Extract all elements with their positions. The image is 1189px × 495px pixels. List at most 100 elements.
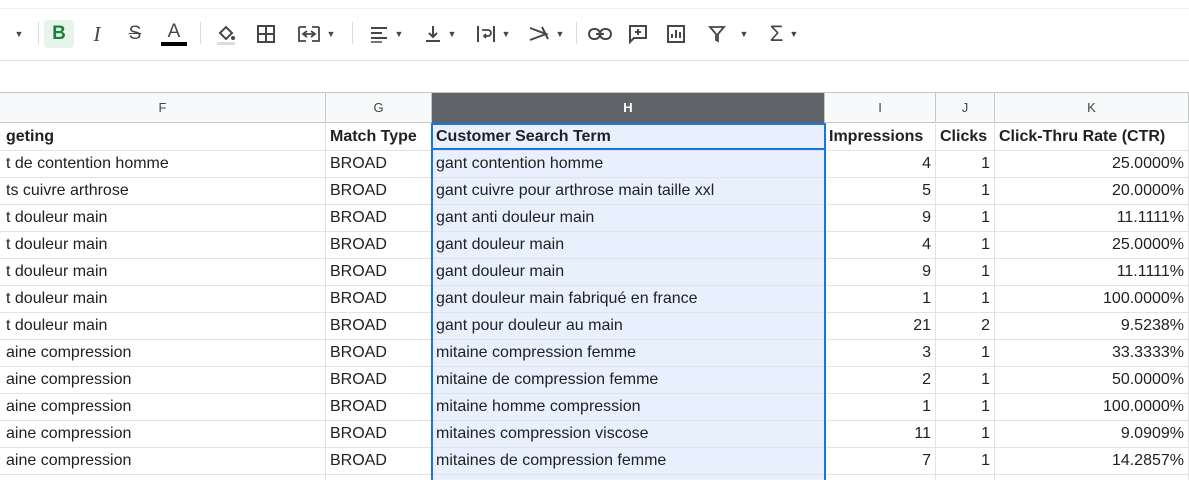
cell-h[interactable]: gant douleur main: [432, 232, 825, 258]
cell-f[interactable]: t douleur main: [0, 232, 326, 258]
horizontal-align-icon[interactable]: ▼: [364, 20, 408, 48]
cell-h[interactable]: gant pour douleur au main: [432, 313, 825, 339]
cell-j[interactable]: 1: [936, 448, 995, 474]
cell-j[interactable]: 1: [936, 286, 995, 312]
cell-i[interactable]: 3: [825, 340, 936, 366]
italic-button[interactable]: I: [84, 20, 110, 48]
text-rotation-icon[interactable]: ▼: [524, 20, 568, 48]
cell-f[interactable]: t douleur main: [0, 205, 326, 231]
vertical-align-icon[interactable]: ▼: [418, 20, 462, 48]
cell-i[interactable]: 11: [825, 421, 936, 447]
cell-g[interactable]: BROAD: [326, 151, 432, 177]
cell-h[interactable]: gant contention homme: [432, 151, 825, 177]
cell-g[interactable]: BROAD: [326, 205, 432, 231]
cell-k[interactable]: 25.0000%: [995, 151, 1189, 177]
filter-icon[interactable]: ▼: [700, 20, 756, 48]
cell-i[interactable]: 9: [825, 205, 936, 231]
cell-k[interactable]: 11.1111%: [995, 259, 1189, 285]
fill-color-icon[interactable]: [212, 20, 240, 48]
cell-g[interactable]: Match Type: [326, 124, 432, 150]
cell-h[interactable]: mitaines de compression femme: [432, 448, 825, 474]
cell-k[interactable]: 20.0000%: [995, 178, 1189, 204]
cell-h[interactable]: mitaine homme compression: [432, 394, 825, 420]
cell-h[interactable]: gant douleur main fabriqué en france: [432, 286, 825, 312]
cell-f[interactable]: geting: [0, 124, 326, 150]
cell-g[interactable]: BROAD: [326, 448, 432, 474]
cell-h[interactable]: Customer Search Term: [432, 124, 825, 150]
column-header-h[interactable]: H: [432, 93, 825, 123]
dropdown-caret-icon[interactable]: ▼: [10, 20, 28, 48]
cell-g[interactable]: BROAD: [326, 178, 432, 204]
cell-f[interactable]: t douleur main: [0, 286, 326, 312]
cell-f[interactable]: t douleur main: [0, 313, 326, 339]
borders-icon[interactable]: [252, 20, 280, 48]
insert-link-icon[interactable]: [586, 20, 614, 48]
cell-k[interactable]: 100.0000%: [995, 286, 1189, 312]
cell-h[interactable]: mitaine de compression femme: [432, 367, 825, 393]
cell-g[interactable]: BROAD: [326, 259, 432, 285]
cell-i[interactable]: 2: [825, 367, 936, 393]
cell-i[interactable]: 4: [825, 232, 936, 258]
cell-k[interactable]: Click-Thru Rate (CTR): [995, 124, 1189, 150]
bold-button[interactable]: B: [44, 20, 74, 48]
cell-i[interactable]: Impressions: [825, 124, 936, 150]
cell-k[interactable]: 11.1111%: [995, 205, 1189, 231]
cell-f[interactable]: ts cuivre arthrose: [0, 178, 326, 204]
cell-g[interactable]: BROAD: [326, 232, 432, 258]
cell-i[interactable]: 5: [825, 178, 936, 204]
insert-chart-icon[interactable]: [662, 20, 690, 48]
insert-comment-icon[interactable]: [624, 20, 652, 48]
cell-k[interactable]: 9.5238%: [995, 313, 1189, 339]
cell-j[interactable]: 1: [936, 151, 995, 177]
cell-f[interactable]: t de contention homme: [0, 151, 326, 177]
cell-i[interactable]: 4: [825, 151, 936, 177]
cell-k[interactable]: 100.0000%: [995, 394, 1189, 420]
column-header-j[interactable]: J: [936, 93, 995, 123]
strikethrough-button[interactable]: S: [122, 20, 148, 48]
cell-g[interactable]: BROAD: [326, 421, 432, 447]
functions-icon[interactable]: Σ ▼: [762, 20, 806, 48]
cell-j[interactable]: 1: [936, 178, 995, 204]
cell-i[interactable]: 1: [825, 286, 936, 312]
cell-h[interactable]: mitaines compression viscose: [432, 421, 825, 447]
cell-j[interactable]: 1: [936, 259, 995, 285]
cell-j[interactable]: 1: [936, 340, 995, 366]
cell-k[interactable]: 50.0000%: [995, 367, 1189, 393]
cell-k[interactable]: 33.3333%: [995, 340, 1189, 366]
cell-j[interactable]: 1: [936, 367, 995, 393]
cell-f[interactable]: aine compression: [0, 340, 326, 366]
cell-g[interactable]: BROAD: [326, 394, 432, 420]
cell-i[interactable]: 1: [825, 394, 936, 420]
cell-g[interactable]: BROAD: [326, 313, 432, 339]
cell-j[interactable]: 1: [936, 232, 995, 258]
cell-f[interactable]: aine compression: [0, 421, 326, 447]
text-color-button[interactable]: A: [160, 20, 188, 48]
cell-g[interactable]: BROAD: [326, 367, 432, 393]
cell-f[interactable]: aine compression: [0, 367, 326, 393]
column-header-i[interactable]: I: [825, 93, 936, 123]
cell-k[interactable]: 14.2857%: [995, 448, 1189, 474]
cell-j[interactable]: 1: [936, 421, 995, 447]
cell-f[interactable]: t douleur main: [0, 259, 326, 285]
cell-h[interactable]: gant anti douleur main: [432, 205, 825, 231]
cell-f[interactable]: aine compression: [0, 448, 326, 474]
cell-i[interactable]: 7: [825, 448, 936, 474]
cell-f[interactable]: aine compression: [0, 394, 326, 420]
cell-h[interactable]: mitaine compression femme: [432, 340, 825, 366]
cell-g[interactable]: BROAD: [326, 340, 432, 366]
cell-j[interactable]: Clicks: [936, 124, 995, 150]
cell-j[interactable]: 2: [936, 313, 995, 339]
cell-h[interactable]: gant cuivre pour arthrose main taille xx…: [432, 178, 825, 204]
cell-i[interactable]: 9: [825, 259, 936, 285]
merge-cells-icon[interactable]: ▼: [292, 20, 340, 48]
cell-k[interactable]: 9.0909%: [995, 421, 1189, 447]
cell-j[interactable]: 1: [936, 205, 995, 231]
column-header-k[interactable]: K: [995, 93, 1189, 123]
cell-g[interactable]: BROAD: [326, 286, 432, 312]
cell-j[interactable]: 1: [936, 394, 995, 420]
column-header-f[interactable]: F: [0, 93, 326, 123]
cell-k[interactable]: 25.0000%: [995, 232, 1189, 258]
text-wrap-icon[interactable]: ▼: [470, 20, 516, 48]
column-header-g[interactable]: G: [326, 93, 432, 123]
cell-h[interactable]: gant douleur main: [432, 259, 825, 285]
